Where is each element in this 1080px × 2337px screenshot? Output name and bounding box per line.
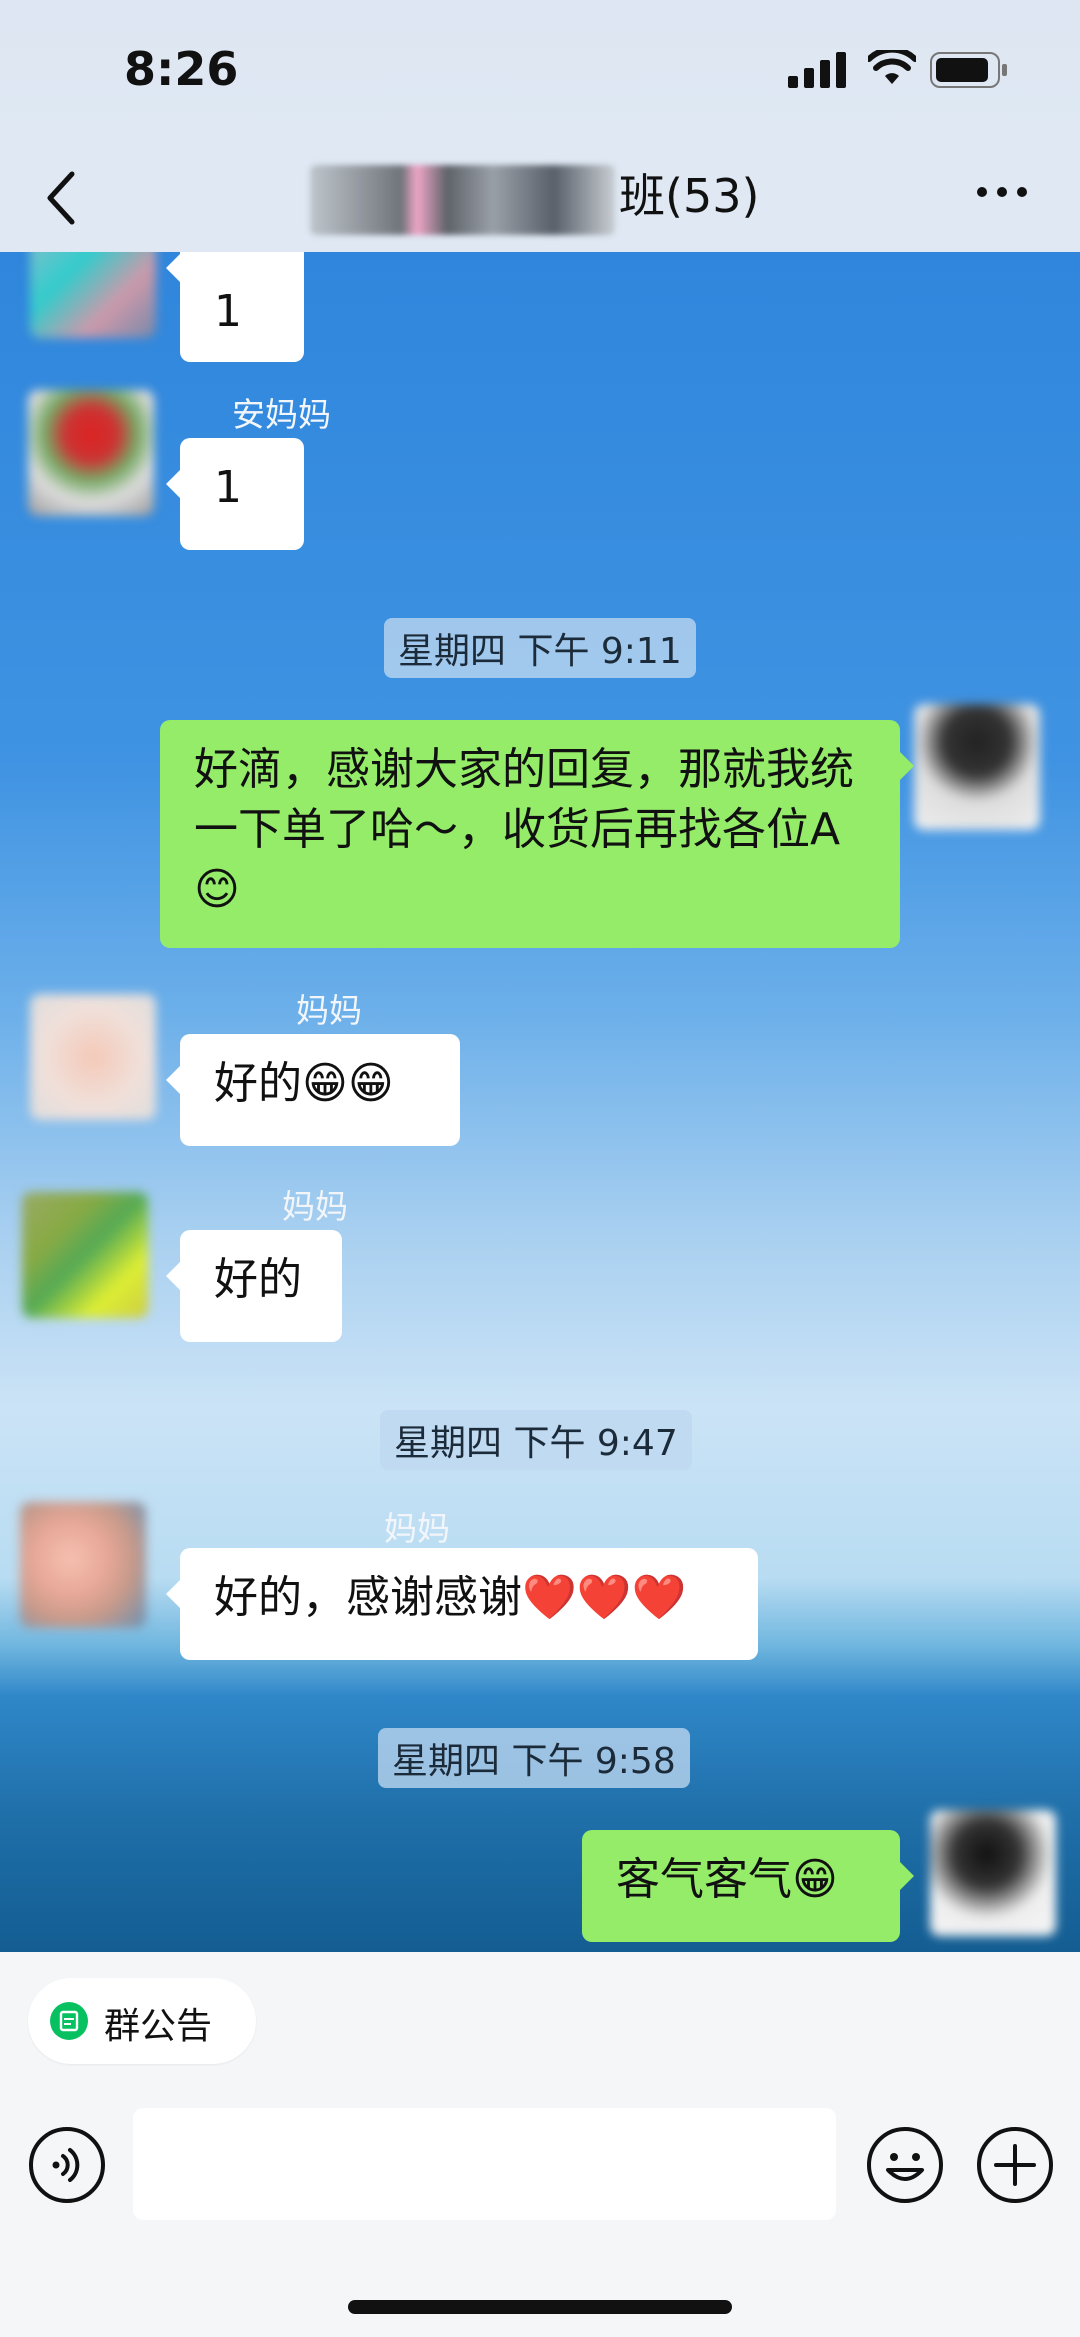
signal-icon bbox=[788, 52, 846, 88]
sender-name: 妈妈 bbox=[384, 1509, 450, 1548]
group-notice-button[interactable]: 群公告 bbox=[28, 1978, 256, 2064]
avatar[interactable] bbox=[30, 994, 156, 1120]
status-bar: 8:26 bbox=[0, 0, 1080, 140]
group-notice-label: 群公告 bbox=[104, 2006, 213, 2047]
wifi-icon bbox=[868, 50, 916, 84]
message-input[interactable] bbox=[133, 2108, 836, 2220]
emoji-icon[interactable] bbox=[866, 2126, 944, 2204]
announcement-icon bbox=[50, 2002, 88, 2040]
plus-icon[interactable] bbox=[976, 2126, 1054, 2204]
group-title: 班(53) bbox=[310, 160, 759, 235]
timestamp: 星期四 下午 9:11 bbox=[384, 618, 696, 678]
sender-name: 安妈妈 bbox=[232, 395, 331, 434]
avatar[interactable] bbox=[30, 252, 156, 338]
avatar[interactable] bbox=[930, 1810, 1056, 1936]
home-indicator[interactable] bbox=[348, 2300, 732, 2314]
status-time: 8:26 bbox=[124, 42, 239, 96]
group-title-suffix: 班(53) bbox=[619, 169, 760, 223]
message-bubble[interactable]: 好的 bbox=[166, 1230, 342, 1342]
message-bubble[interactable]: 1 bbox=[166, 438, 304, 550]
my-message-bubble[interactable]: 好滴，感谢大家的回复，那就我统一下单了哈～，收货后再找各位A😊 bbox=[160, 720, 914, 948]
my-message-bubble[interactable]: 客气客气😁 bbox=[582, 1830, 914, 1942]
message-bubble[interactable]: 1 bbox=[166, 252, 304, 362]
sender-name: 妈妈 bbox=[296, 991, 362, 1030]
timestamp: 星期四 下午 9:58 bbox=[378, 1728, 690, 1788]
voice-icon[interactable] bbox=[28, 2126, 106, 2204]
avatar[interactable] bbox=[20, 1502, 146, 1628]
message-bubble[interactable]: 好的，感谢感谢❤️❤️❤️ bbox=[166, 1548, 758, 1660]
avatar[interactable] bbox=[28, 390, 154, 516]
battery-icon bbox=[930, 52, 1007, 88]
more-dots-icon[interactable] bbox=[976, 186, 1028, 198]
timestamp: 星期四 下午 9:47 bbox=[380, 1410, 692, 1470]
avatar[interactable] bbox=[22, 1192, 148, 1318]
sender-name: 妈妈 bbox=[282, 1187, 348, 1226]
chat-area[interactable]: 1 安妈妈 1 星期四 下午 9:11 好滴，感谢大家的回复，那就我统一下单了哈… bbox=[0, 252, 1080, 1952]
back-chevron-icon[interactable] bbox=[40, 168, 80, 228]
blurred-group-name bbox=[310, 164, 615, 235]
message-bubble[interactable]: 好的😁😁 bbox=[166, 1034, 460, 1146]
avatar[interactable] bbox=[914, 704, 1040, 830]
